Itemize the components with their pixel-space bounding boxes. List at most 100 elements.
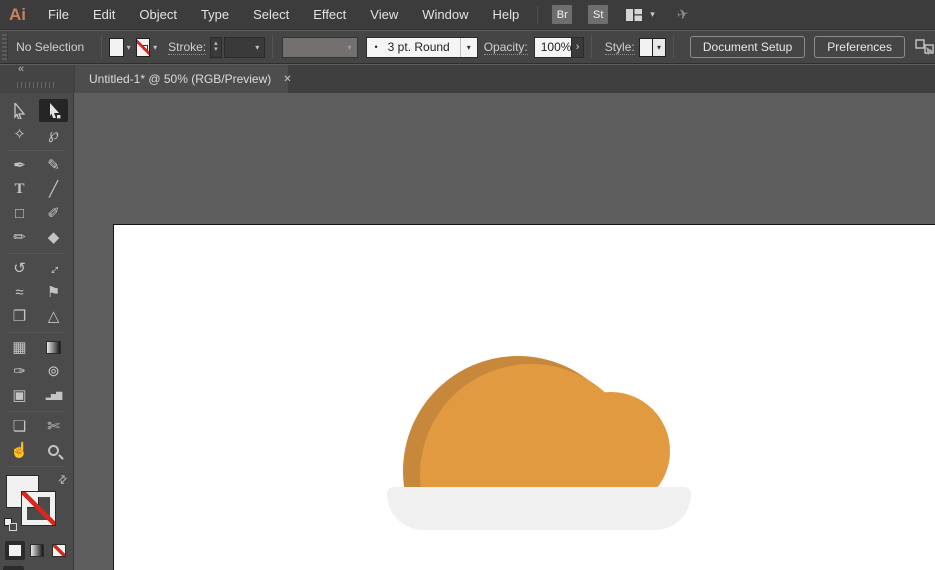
draw-normal-button[interactable] xyxy=(3,566,24,570)
curvature-tool[interactable]: ✎ xyxy=(39,154,68,177)
selection-status: No Selection xyxy=(16,40,84,54)
menu-edit[interactable]: Edit xyxy=(81,0,127,30)
brush-definition-value: 3 pt. Round xyxy=(388,40,460,54)
artboard[interactable] xyxy=(113,224,935,570)
menu-object[interactable]: Object xyxy=(127,0,189,30)
perspective-grid-tool[interactable]: △ xyxy=(39,305,68,328)
menu-help[interactable]: Help xyxy=(480,0,531,30)
chevron-down-icon[interactable]: ▾ xyxy=(460,38,477,57)
swap-fill-stroke-icon[interactable]: ⇄ xyxy=(55,472,71,488)
menu-file[interactable]: File xyxy=(36,0,81,30)
app-logo: Ai xyxy=(0,5,36,25)
brush-dot-icon: • xyxy=(367,42,388,52)
artboard-tool[interactable]: ❏ xyxy=(5,415,34,438)
chevron-down-icon: ▾ xyxy=(252,43,264,52)
document-tab[interactable]: Untitled-1* @ 50% (RGB/Preview) ✕ xyxy=(75,65,288,93)
panel-grip-handle[interactable] xyxy=(2,34,8,60)
default-fill-stroke-icon[interactable] xyxy=(4,518,17,531)
divider xyxy=(8,466,65,467)
stroke-color-swatch[interactable] xyxy=(136,38,150,57)
stroke-indicator-icon xyxy=(143,45,148,50)
stroke-weight-stepper[interactable]: ▴ ▾ xyxy=(210,37,222,58)
puppet-warp-tool[interactable]: ⚑ xyxy=(39,281,68,304)
panel-grip-dots[interactable] xyxy=(17,82,57,88)
rectangle-tool[interactable]: □ xyxy=(5,202,34,225)
blend-tool[interactable]: ⊚ xyxy=(39,360,68,383)
eyedropper-tool[interactable]: ✑ xyxy=(5,360,34,383)
opacity-input[interactable]: 100% xyxy=(534,37,573,58)
divider xyxy=(101,36,102,58)
divider xyxy=(8,332,65,333)
draw-inside-button[interactable] xyxy=(49,566,70,570)
stroke-weight-dropdown[interactable]: ▾ xyxy=(224,37,266,58)
symbol-sprayer-tool[interactable]: ▣ xyxy=(5,384,34,407)
gradient-button[interactable] xyxy=(27,541,47,560)
divider xyxy=(591,36,592,58)
hand-tool[interactable]: ☝ xyxy=(5,439,34,462)
stroke-color-box[interactable] xyxy=(22,492,55,525)
chevron-down-icon[interactable]: ▾ xyxy=(653,38,666,57)
opacity-label[interactable]: Opacity: xyxy=(484,40,528,55)
chevron-down-icon[interactable]: ▾ xyxy=(650,9,655,20)
direct-selection-tool[interactable] xyxy=(39,99,68,122)
control-bar: No Selection ▾ ▾ Stroke: ▴ ▾ ▾ ▾ • 3 pt.… xyxy=(0,31,935,64)
drawing-mode-buttons xyxy=(0,566,73,570)
menu-window[interactable]: Window xyxy=(410,0,480,30)
bridge-button[interactable]: Br xyxy=(552,5,572,24)
paintbrush-tool[interactable]: ✐ xyxy=(39,202,68,225)
width-tool[interactable]: ≈ xyxy=(5,281,34,304)
stepper-down-icon[interactable]: ▾ xyxy=(214,47,218,53)
lasso-tool[interactable]: ℘ xyxy=(39,123,68,146)
collapse-panel-icon[interactable]: « xyxy=(18,63,24,75)
shape-builder-tool[interactable]: ❐ xyxy=(5,305,34,328)
type-tool[interactable]: T xyxy=(5,178,34,201)
rotate-tool[interactable]: ↺ xyxy=(5,257,34,280)
divider xyxy=(8,253,65,254)
column-graph-tool[interactable]: ▂▅▇ xyxy=(39,384,68,407)
close-tab-icon[interactable]: ✕ xyxy=(283,74,291,85)
menu-separator xyxy=(537,6,538,24)
mesh-tool[interactable]: ▦ xyxy=(5,336,34,359)
chevron-down-icon[interactable]: ▾ xyxy=(124,43,136,52)
style-label[interactable]: Style: xyxy=(605,40,635,55)
chevron-down-icon[interactable]: ▾ xyxy=(150,43,162,52)
document-setup-button[interactable]: Document Setup xyxy=(690,36,805,58)
tools-panel: ✧ ℘ ✒ ✎ T ╱ □ ✐ ✏ ◆ ↺ ↔ ≈ ⚑ ❐ xyxy=(0,93,74,570)
illustrator-window: Ai File Edit Object Type Select Effect V… xyxy=(0,0,935,570)
opacity-arrow-button[interactable]: › xyxy=(572,37,583,58)
menu-view[interactable]: View xyxy=(358,0,410,30)
eraser-tool[interactable]: ◆ xyxy=(39,226,68,249)
draw-behind-button[interactable] xyxy=(26,566,47,570)
menu-select[interactable]: Select xyxy=(241,0,301,30)
gpu-performance-icon[interactable]: ✈ xyxy=(675,5,690,24)
preferences-button[interactable]: Preferences xyxy=(814,36,905,58)
gradient-tool[interactable] xyxy=(39,336,68,359)
color-button[interactable] xyxy=(5,541,25,560)
stock-button[interactable]: St xyxy=(588,5,608,24)
fill-color-swatch[interactable] xyxy=(109,38,123,57)
stroke-weight-label[interactable]: Stroke: xyxy=(168,40,206,55)
divider xyxy=(272,36,273,58)
line-segment-tool[interactable]: ╱ xyxy=(39,178,68,201)
menu-type[interactable]: Type xyxy=(189,0,241,30)
brush-definition-dropdown[interactable]: • 3 pt. Round ▾ xyxy=(366,37,478,58)
pen-tool[interactable]: ✒ xyxy=(5,154,34,177)
menu-effect[interactable]: Effect xyxy=(301,0,358,30)
style-swatch[interactable] xyxy=(639,38,653,57)
scale-tool[interactable]: ↔ xyxy=(39,257,68,280)
workspace-layout-icon[interactable] xyxy=(626,9,642,21)
none-button[interactable] xyxy=(49,541,69,560)
shaper-tool[interactable]: ✏ xyxy=(5,226,34,249)
slice-tool[interactable]: ✄ xyxy=(39,415,68,438)
arrange-objects-icon[interactable] xyxy=(915,39,935,56)
canvas-area[interactable] xyxy=(74,93,935,570)
selection-tool[interactable] xyxy=(5,99,34,122)
bread-shape[interactable] xyxy=(381,341,701,501)
chevron-down-icon: ▾ xyxy=(345,43,357,52)
zoom-tool[interactable] xyxy=(39,439,68,462)
gradient-icon xyxy=(30,544,44,557)
divider xyxy=(8,150,65,151)
plate-shape[interactable] xyxy=(387,487,691,530)
magic-wand-tool[interactable]: ✧ xyxy=(5,123,34,146)
fill-stroke-indicator: ⇄ xyxy=(4,475,70,533)
